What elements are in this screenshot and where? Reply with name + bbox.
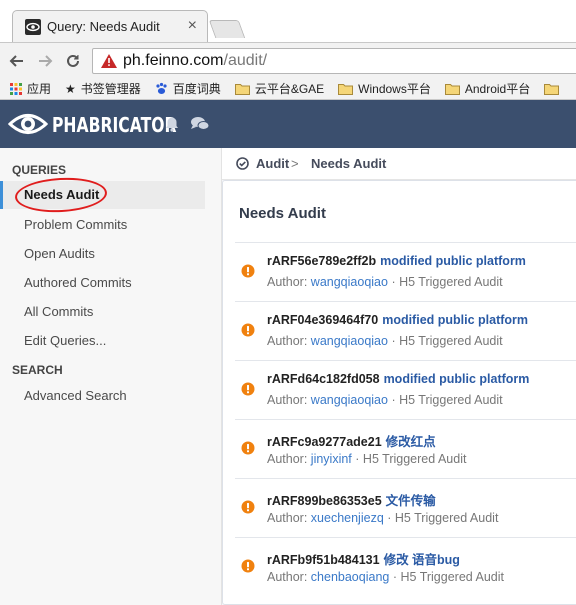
phabricator-eye-logo-icon[interactable] [7,111,49,140]
browser-tab[interactable]: Query: Needs Audit × [12,10,208,42]
tab-title: Query: Needs Audit [47,19,160,34]
commit-summary-link[interactable]: modified public platform [380,254,526,268]
author-link[interactable]: wangqiaoqiao [311,334,388,348]
author-link[interactable]: chenbaoqiang [311,570,390,584]
folder-icon [444,83,460,95]
app-wordmark[interactable]: PHABRICATOR [52,113,176,137]
url-text: ph.feinno.com/audit/ [123,52,268,69]
breadcrumb-separator: > [291,156,299,171]
commit-summary-link[interactable]: modified public platform [384,372,530,386]
queries-heading: QUERIES [12,163,67,177]
audit-trigger: · H5 Triggered Audit [392,570,504,584]
commit-id-link[interactable]: rARFb9f51b484131 [267,553,380,567]
sidebar-item-open-audits[interactable]: Open Audits [0,240,205,268]
sidebar-item-edit-queries[interactable]: Edit Queries... [0,327,205,355]
browser-tabstrip: Query: Needs Audit × [0,0,576,42]
audit-warning-icon [241,441,255,458]
commit-row: rARF56e789e2ff2b modified public platform… [235,242,576,301]
author-label: Author: [267,393,308,407]
bookmarks-bar: 应用 ★ 书签管理器 百度词典 云平台&GAE Windows平台 Android… [0,78,576,100]
forward-arrow-icon[interactable] [34,50,56,72]
author-link[interactable]: wangqiaoqiao [311,275,388,289]
sidebar-item-problem-commits[interactable]: Problem Commits [0,211,205,239]
audit-check-circle-icon [236,157,249,173]
page-title: Needs Audit [239,205,326,222]
author-label: Author: [267,452,308,466]
author-label: Author: [267,511,308,525]
commit-summary-link[interactable]: 文件传输 [386,494,436,508]
bookmark-apps[interactable]: 应用 [10,80,51,97]
phabricator-favicon-icon [25,19,41,35]
commit-row: rARFc9a9277ade21 修改红点 Author: jinyixinf ·… [235,419,576,478]
results-box: Needs Audit rARF56e789e2ff2b modified pub… [222,180,576,605]
address-bar[interactable]: ph.feinno.com/audit/ [92,48,576,74]
breadcrumb-audit-link[interactable]: Audit [256,156,289,171]
commit-summary-link[interactable]: 修改红点 [386,435,436,449]
commit-id-link[interactable]: rARFd64c182fd058 [267,372,380,386]
main-content: Needs Audit rARF56e789e2ff2b modified pub… [222,180,576,605]
commit-row: rARF899be86353e5 文件传输 Author: xuechenjiez… [235,478,576,537]
commit-row: rARFd64c182fd058 modified public platform… [235,360,576,419]
folder-icon [338,83,354,95]
tab-close-icon[interactable]: × [188,17,197,35]
folder-icon [544,83,560,95]
sidebar: QUERIES Needs Audit Problem Commits Open… [0,148,222,605]
commit-id-link[interactable]: rARF56e789e2ff2b [267,254,376,268]
author-link[interactable]: xuechenjiezq [311,511,384,525]
folder-icon [234,83,250,95]
audit-warning-icon [241,323,255,340]
author-link[interactable]: wangqiaoqiao [311,393,388,407]
author-label: Author: [267,275,308,289]
commit-summary-link[interactable]: modified public platform [382,313,528,327]
sidebar-item-all-commits[interactable]: All Commits [0,298,205,326]
bookmark-baidu-dict[interactable]: 百度词典 [155,80,221,97]
commit-summary-link[interactable]: 修改 语音bug [384,553,460,567]
commit-id-link[interactable]: rARFc9a9277ade21 [267,435,382,449]
conpherence-chat-icon[interactable] [190,116,210,135]
apps-grid-icon [10,82,22,95]
audit-warning-icon [241,500,255,517]
bookmark-manager[interactable]: ★ 书签管理器 [65,80,141,97]
audit-trigger: · H5 Triggered Audit [391,334,503,348]
commit-row: rARF04e369464f70 modified public platform… [235,301,576,360]
bookmark-folder-android[interactable]: Android平台 [444,80,530,97]
bookmark-folder-more[interactable] [544,83,564,95]
sidebar-item-authored-commits[interactable]: Authored Commits [0,269,205,297]
author-label: Author: [267,334,308,348]
audit-warning-icon [241,382,255,399]
reload-icon[interactable] [62,50,84,72]
breadcrumb-current: Needs Audit [311,156,387,171]
sidebar-item-advanced-search[interactable]: Advanced Search [0,382,205,410]
breadcrumb: Audit > Needs Audit [222,148,576,180]
author-label: Author: [267,570,308,584]
not-secure-warning-icon[interactable] [101,54,117,71]
bookmark-folder-windows[interactable]: Windows平台 [338,80,431,97]
audit-trigger: · H5 Triggered Audit [391,275,503,289]
sidebar-item-needs-audit[interactable]: Needs Audit [0,181,205,209]
commit-id-link[interactable]: rARF04e369464f70 [267,313,378,327]
phabricator-header: PHABRICATOR [0,100,576,148]
bookmark-folder-cloud[interactable]: 云平台&GAE [234,80,324,97]
star-icon: ★ [65,81,76,96]
commit-row: rARFb9f51b484131 修改 语音bug Author: chenbao… [235,537,576,596]
notifications-bell-icon[interactable] [164,116,180,135]
commit-id-link[interactable]: rARF899be86353e5 [267,494,382,508]
audit-trigger: · H5 Triggered Audit [391,393,503,407]
search-heading: SEARCH [12,363,63,377]
browser-toolbar: ph.feinno.com/audit/ [0,42,576,78]
baidu-paw-icon [155,82,168,95]
audit-trigger: · H5 Triggered Audit [355,452,467,466]
audit-warning-icon [241,264,255,281]
new-tab-button[interactable] [208,20,246,38]
audit-trigger: · H5 Triggered Audit [387,511,499,525]
author-link[interactable]: jinyixinf [311,452,352,466]
back-arrow-icon[interactable] [6,50,28,72]
audit-warning-icon [241,559,255,576]
